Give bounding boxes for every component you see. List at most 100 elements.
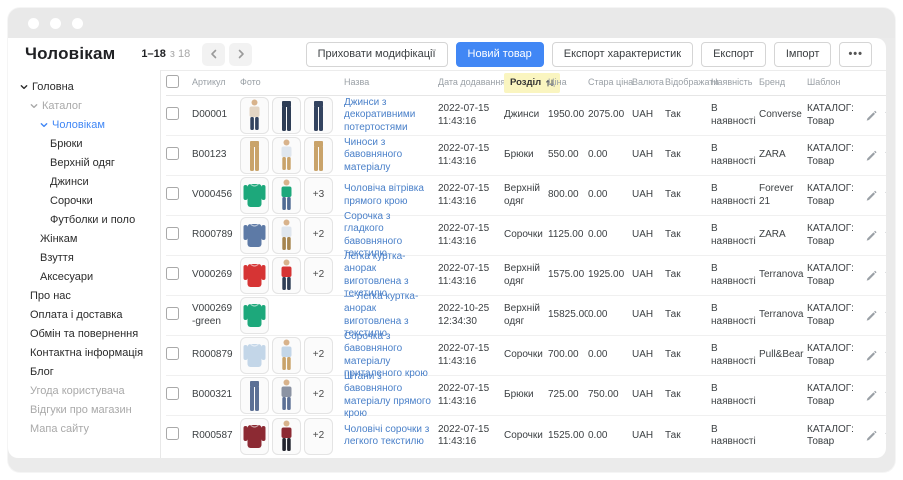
delete-button[interactable] <box>884 229 886 242</box>
column-header-label[interactable]: Наявність <box>711 77 752 87</box>
product-thumbnail[interactable] <box>272 418 301 455</box>
product-thumbnail[interactable] <box>240 418 269 455</box>
sidebar-item-брюки[interactable]: Брюки <box>8 134 160 153</box>
export-characteristics-button[interactable]: Експорт характеристик <box>552 42 693 67</box>
sidebar-item-про-нас[interactable]: Про нас <box>8 286 160 305</box>
sidebar-item-угода-користувача[interactable]: Угода користувача <box>8 381 160 400</box>
edit-button[interactable] <box>865 310 877 322</box>
product-name-link[interactable]: Чоловічі сорочки з легкого текстилю <box>344 424 429 448</box>
more-photos-badge[interactable]: +2 <box>304 217 333 254</box>
row-checkbox[interactable] <box>166 187 179 200</box>
row-checkbox[interactable] <box>166 267 179 280</box>
sidebar-item-футболки-и-поло[interactable]: Футболки и поло <box>8 210 160 229</box>
product-thumbnail[interactable] <box>240 297 269 334</box>
sidebar-item-мапа-сайту[interactable]: Мапа сайту <box>8 419 160 438</box>
column-header-label[interactable]: Валюта <box>632 77 664 87</box>
product-name-link[interactable]: Чиноси з бавовняного матеріалу <box>344 137 402 173</box>
product-thumbnail[interactable] <box>272 377 301 414</box>
sidebar-item-жінкам[interactable]: Жінкам <box>8 229 160 248</box>
edit-button[interactable] <box>865 350 877 362</box>
new-product-button[interactable]: Новий товар <box>456 42 544 67</box>
more-photos-badge[interactable]: +3 <box>304 177 333 214</box>
product-thumbnail[interactable] <box>272 137 301 174</box>
more-photos-badge[interactable]: +2 <box>304 337 333 374</box>
product-thumbnail[interactable] <box>240 337 269 374</box>
product-thumbnail[interactable] <box>272 177 301 214</box>
row-checkbox[interactable] <box>166 147 179 160</box>
sidebar-item-аксесуари[interactable]: Аксесуари <box>8 267 160 286</box>
edit-button[interactable] <box>865 190 877 202</box>
more-actions-button[interactable]: ••• <box>839 42 872 67</box>
delete-button[interactable] <box>884 109 886 122</box>
sidebar-item-відгуки-про-магазин[interactable]: Відгуки про магазин <box>8 400 160 419</box>
window-control-dot[interactable] <box>50 18 61 29</box>
sidebar-item-оплата-і-доставка[interactable]: Оплата і доставка <box>8 305 160 324</box>
sidebar-item-взуття[interactable]: Взуття <box>8 248 160 267</box>
product-thumbnail[interactable] <box>240 97 269 134</box>
product-thumbnail[interactable] <box>240 137 269 174</box>
sidebar-item-каталог[interactable]: Каталог <box>8 96 160 115</box>
window-control-dot[interactable] <box>28 18 39 29</box>
row-checkbox[interactable] <box>166 387 179 400</box>
column-header-label[interactable]: Дата додавання <box>438 77 505 87</box>
edit-button[interactable] <box>865 390 877 402</box>
product-name-link[interactable]: Джинси з декоративними потертостями <box>344 97 415 133</box>
delete-button[interactable] <box>884 430 886 443</box>
edit-button[interactable] <box>865 150 877 162</box>
delete-button[interactable] <box>884 389 886 402</box>
column-header-label[interactable]: Фото <box>240 77 261 87</box>
select-all-checkbox[interactable] <box>166 75 179 88</box>
product-name-link[interactable]: Чоловіча вітрівка прямого крою <box>344 183 424 207</box>
column-header-label[interactable]: Артикул <box>192 77 226 87</box>
row-checkbox[interactable] <box>166 227 179 240</box>
column-header-label[interactable]: Назва <box>344 77 369 87</box>
more-photos-badge[interactable]: +2 <box>304 418 333 455</box>
more-photos-badge[interactable]: +2 <box>304 257 333 294</box>
edit-button[interactable] <box>865 230 877 242</box>
hide-modifications-button[interactable]: Приховати модифікації <box>306 42 448 67</box>
export-button[interactable]: Експорт <box>701 42 766 67</box>
more-photos-badge[interactable]: +2 <box>304 377 333 414</box>
row-checkbox[interactable] <box>166 427 179 440</box>
row-checkbox[interactable] <box>166 107 179 120</box>
product-thumbnail[interactable] <box>272 217 301 254</box>
sidebar-item-контактна-інформація[interactable]: Контактна інформація <box>8 343 160 362</box>
column-header-label[interactable]: Стара ціна <box>588 77 633 87</box>
product-thumbnail[interactable] <box>240 217 269 254</box>
edit-button[interactable] <box>865 270 877 282</box>
cell-name: Чоловічі сорочки з легкого текстилю <box>344 424 438 449</box>
next-page-button[interactable] <box>229 43 252 66</box>
delete-button[interactable] <box>884 189 886 202</box>
product-thumbnail[interactable] <box>304 137 333 174</box>
cell-template: КАТАЛОГ: Товар <box>807 263 865 288</box>
product-thumbnail[interactable] <box>272 257 301 294</box>
column-header-label[interactable]: Ціна <box>548 77 567 87</box>
row-checkbox[interactable] <box>166 307 179 320</box>
sidebar-item-блог[interactable]: Блог <box>8 362 160 381</box>
sidebar-item-обмін-та-повернення[interactable]: Обмін та повернення <box>8 324 160 343</box>
sidebar-item-чоловікам[interactable]: Чоловікам <box>8 115 160 134</box>
product-thumbnail[interactable] <box>240 257 269 294</box>
product-thumbnail[interactable] <box>304 97 333 134</box>
column-header-label[interactable]: Бренд <box>759 77 785 87</box>
prev-page-button[interactable] <box>202 43 225 66</box>
edit-button[interactable] <box>865 430 877 442</box>
product-name-link[interactable]: Штани з бавовняного матеріалу прямого кр… <box>344 371 431 420</box>
product-thumbnail[interactable] <box>240 177 269 214</box>
edit-button[interactable] <box>865 110 877 122</box>
product-thumbnail[interactable] <box>272 337 301 374</box>
delete-button[interactable] <box>884 149 886 162</box>
sidebar-item-джинси[interactable]: Джинси <box>8 172 160 191</box>
sidebar-item-верхній-одяг[interactable]: Верхній одяг <box>8 153 160 172</box>
row-checkbox[interactable] <box>166 347 179 360</box>
window-control-dot[interactable] <box>72 18 83 29</box>
import-button[interactable]: Імпорт <box>774 42 832 67</box>
delete-button[interactable] <box>884 269 886 282</box>
product-thumbnail[interactable] <box>240 377 269 414</box>
sidebar-item-сорочки[interactable]: Сорочки <box>8 191 160 210</box>
column-header-label[interactable]: Шаблон <box>807 77 840 87</box>
product-thumbnail[interactable] <box>272 97 301 134</box>
sidebar-item-головна[interactable]: Головна <box>8 77 160 96</box>
delete-button[interactable] <box>884 309 886 322</box>
delete-button[interactable] <box>884 349 886 362</box>
